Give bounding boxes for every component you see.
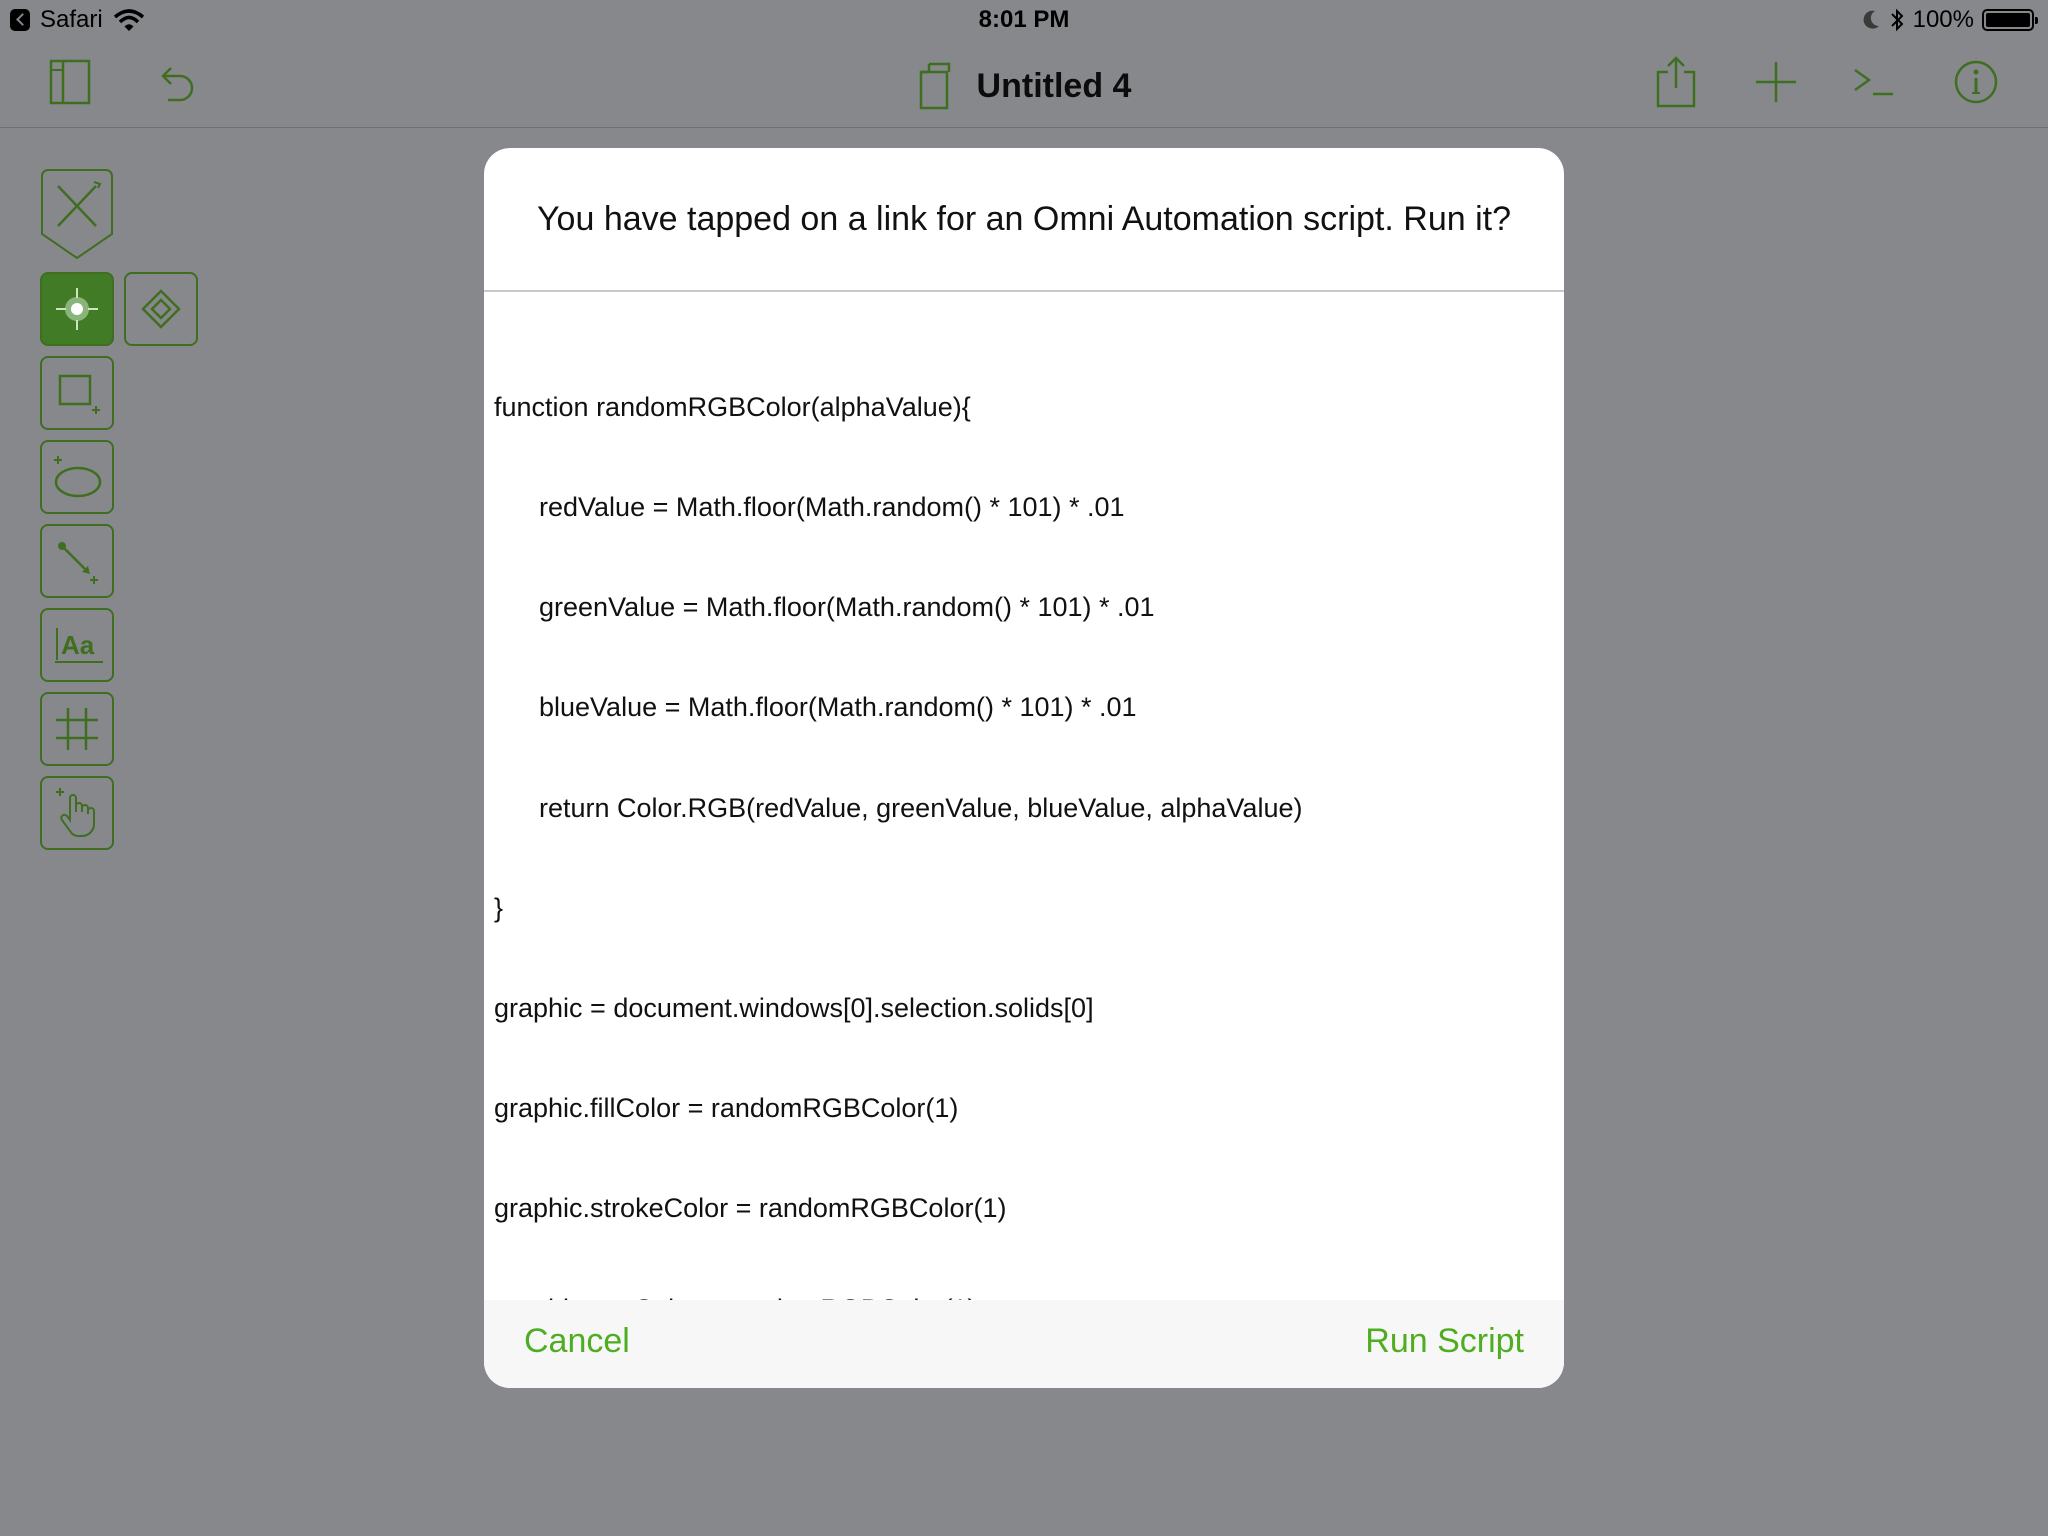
text-icon: Aa bbox=[55, 628, 103, 663]
moon-icon bbox=[1863, 10, 1879, 29]
hand-icon bbox=[56, 788, 95, 837]
status-indicators: 100% bbox=[1861, 6, 2038, 34]
dialog-footer: Cancel Run Script bbox=[484, 1300, 1564, 1388]
console-icon bbox=[1854, 68, 1893, 96]
code-line: graphic = document.windows[0].selection.… bbox=[494, 993, 1094, 1024]
run-script-button[interactable]: Run Script bbox=[1365, 1322, 1524, 1361]
info-icon bbox=[1954, 60, 1998, 104]
rectangle-icon bbox=[58, 374, 100, 414]
info-button[interactable] bbox=[1948, 54, 2004, 110]
selection-icon bbox=[41, 169, 113, 260]
tool-rectangle[interactable] bbox=[40, 356, 114, 430]
script-code: function randomRGBColor(alphaValue){ red… bbox=[494, 324, 1302, 1388]
code-line: return Color.RGB(redValue, greenValue, b… bbox=[494, 792, 1303, 823]
share-button[interactable] bbox=[1648, 54, 1704, 110]
crop-icon bbox=[56, 708, 98, 750]
code-line: graphic.fillColor = randomRGBColor(1) bbox=[494, 1093, 959, 1124]
tool-selection[interactable] bbox=[40, 168, 114, 260]
tool-crop[interactable] bbox=[40, 692, 114, 766]
code-line: } bbox=[494, 892, 504, 923]
add-button[interactable] bbox=[1748, 54, 1804, 110]
line-icon bbox=[58, 542, 98, 584]
document-title: Untitled 4 bbox=[976, 66, 1132, 105]
document-title-area[interactable]: Untitled 4 bbox=[0, 62, 2048, 119]
run-script-dialog: You have tapped on a link for an Omni Au… bbox=[484, 148, 1564, 1388]
battery-icon bbox=[1982, 9, 2038, 31]
ellipse-icon bbox=[54, 456, 102, 498]
dialog-message: You have tapped on a link for an Omni Au… bbox=[537, 199, 1511, 238]
cancel-button[interactable]: Cancel bbox=[524, 1322, 630, 1361]
share-icon bbox=[1656, 56, 1696, 108]
code-line: graphic.strokeColor = randomRGBColor(1) bbox=[494, 1193, 1007, 1224]
code-line: function randomRGBColor(alphaValue){ bbox=[494, 391, 971, 422]
battery-percent: 100% bbox=[1912, 6, 1974, 33]
dialog-header: You have tapped on a link for an Omni Au… bbox=[484, 148, 1564, 292]
tool-ellipse[interactable] bbox=[40, 440, 114, 514]
tool-hand[interactable] bbox=[40, 776, 114, 850]
svg-text:Aa: Aa bbox=[61, 630, 95, 660]
point-editor-icon bbox=[56, 288, 98, 330]
diamond-icon bbox=[141, 289, 181, 329]
code-line: redValue = Math.floor(Math.random() * 10… bbox=[494, 492, 1125, 523]
code-line: blueValue = Math.floor(Math.random() * 1… bbox=[494, 692, 1137, 723]
tool-diamond[interactable] bbox=[124, 272, 198, 346]
tool-point-editor[interactable] bbox=[40, 272, 114, 346]
documents-icon bbox=[919, 62, 950, 110]
tool-text[interactable]: Aa bbox=[40, 608, 114, 682]
clock: 8:01 PM bbox=[978, 6, 1070, 33]
tool-line[interactable] bbox=[40, 524, 114, 598]
bluetooth-icon bbox=[1890, 8, 1904, 32]
add-icon bbox=[1756, 62, 1796, 102]
document-toolbar: Untitled 4 bbox=[0, 40, 2048, 128]
console-button[interactable] bbox=[1846, 54, 1902, 110]
status-bar: Safari 8:01 PM 100% bbox=[0, 0, 2048, 40]
battery-level bbox=[1986, 13, 2030, 27]
code-line: greenValue = Math.floor(Math.random() * … bbox=[494, 592, 1155, 623]
